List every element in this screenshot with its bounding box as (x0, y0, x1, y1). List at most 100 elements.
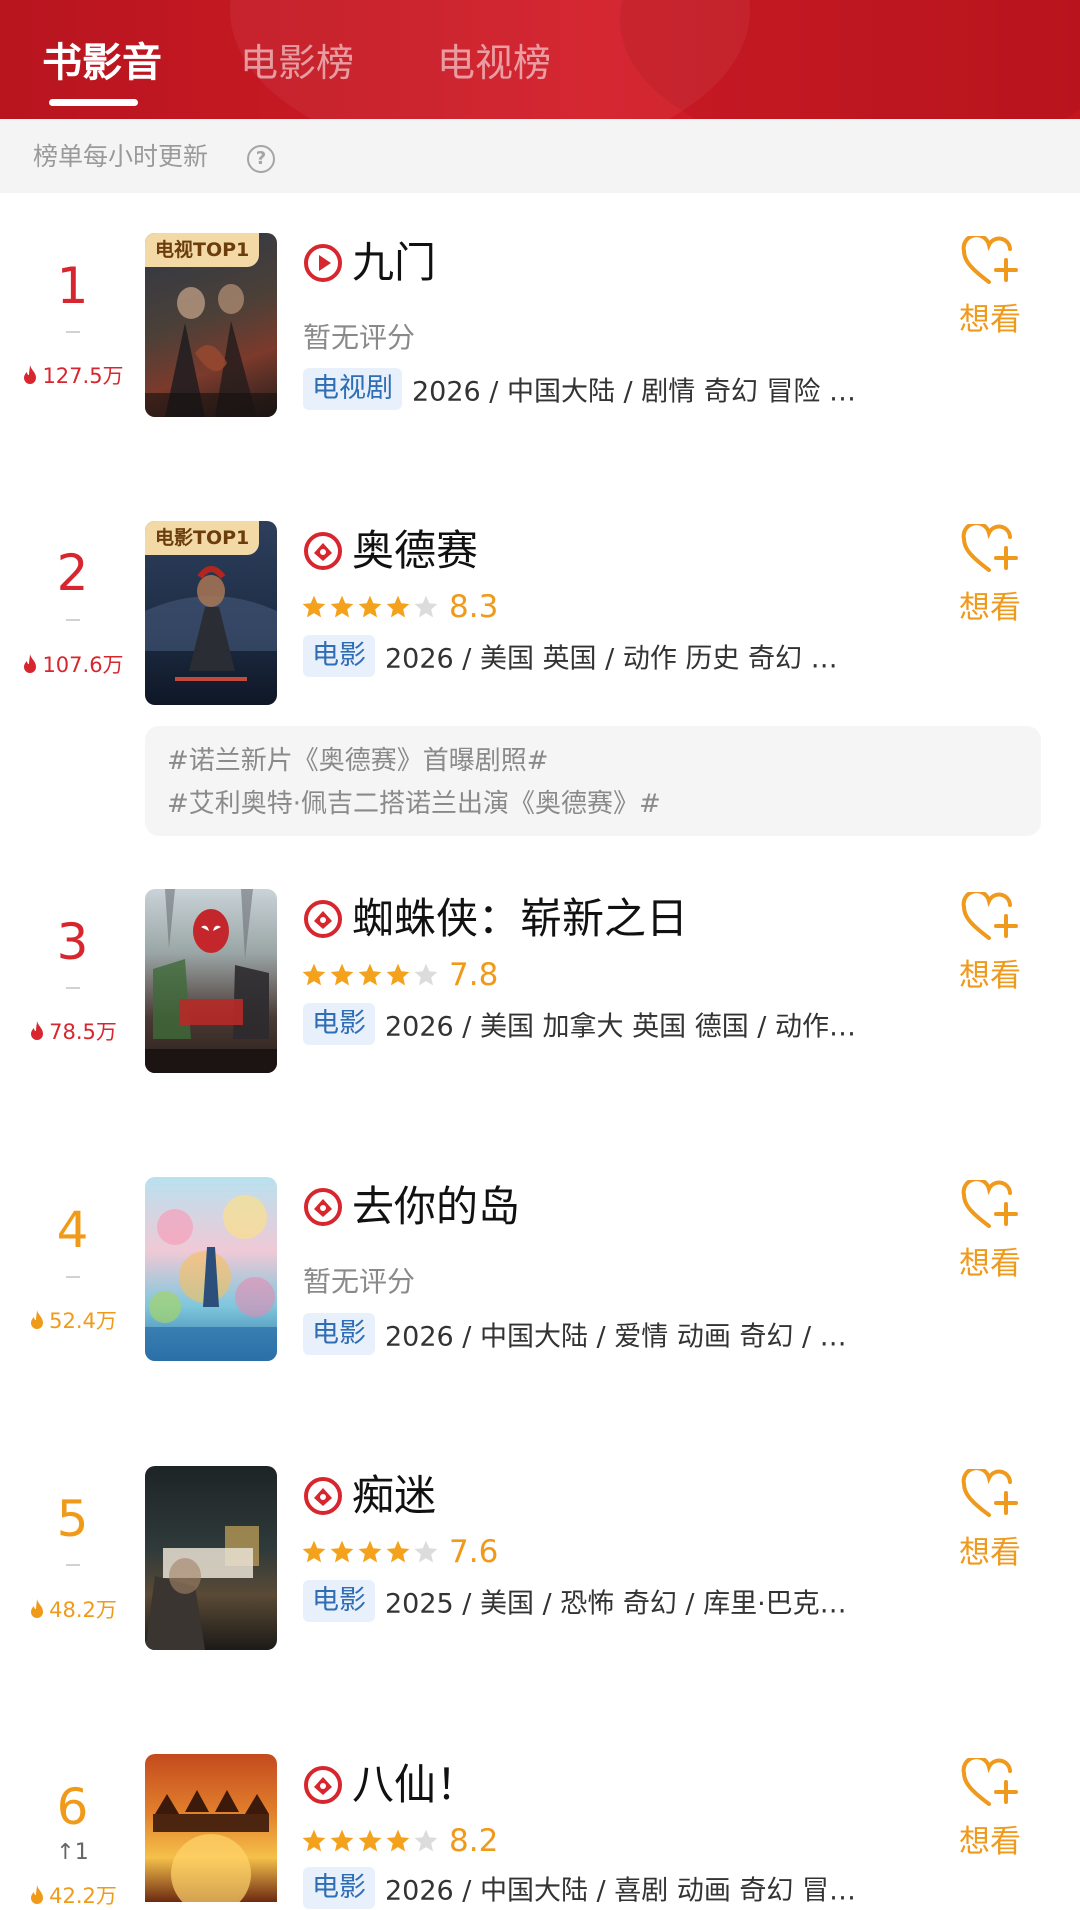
rating-score: 8.3 (449, 589, 499, 625)
item-meta: 电影 2026 / 美国 英国 / 动作 历史 奇幻 … (303, 635, 838, 677)
flame-icon (31, 1599, 44, 1618)
item-meta: 电视剧 2026 / 中国大陆 / 剧情 奇幻 冒险 … (303, 368, 856, 410)
star-filled-icon (386, 1829, 410, 1852)
heat-value: 48.2万 (49, 1598, 117, 1622)
film-circle-icon (304, 1188, 342, 1226)
poster-art (153, 1790, 269, 1902)
rank-number: 2 (56, 544, 89, 602)
flame-icon (24, 365, 37, 384)
item-title[interactable]: 蜘蛛侠：崭新之日 (352, 891, 688, 947)
star-empty-icon (414, 1829, 438, 1852)
rank-unchanged-dash (66, 619, 80, 621)
star-filled-icon (302, 963, 326, 986)
star-filled-icon (330, 963, 354, 986)
heat-value: 127.5万 (42, 364, 124, 388)
flame-icon (31, 1885, 44, 1904)
film-circle-icon (304, 1766, 342, 1804)
top1-badge: 电视TOP1 (145, 233, 260, 267)
item-title[interactable]: 奥德赛 (352, 523, 478, 579)
play-circle-icon (304, 244, 342, 282)
star-filled-icon (330, 1829, 354, 1852)
item-title[interactable]: 痴迷 (352, 1468, 436, 1524)
no-rating-text: 暂无评分 (303, 321, 416, 354)
no-rating-text: 暂无评分 (303, 1265, 416, 1298)
tab-movie-chart[interactable]: 电影榜 (240, 38, 354, 88)
star-filled-icon (330, 595, 354, 618)
poster-image[interactable]: 电影TOP1 (145, 521, 277, 705)
star-filled-icon (358, 1829, 382, 1852)
meta-text: 2025 / 美国 / 恐怖 奇幻 / 库里·巴克… (385, 1588, 847, 1620)
want-label: 想看 (959, 1824, 1021, 1860)
heart-plus-icon (961, 521, 1018, 572)
tab-books-movies-music[interactable]: 书影音 (42, 38, 162, 88)
hot-topic-link[interactable]: #诺兰新片《奥德赛》首曝剧照# (167, 740, 549, 777)
top1-badge: 电影TOP1 (145, 521, 260, 555)
film-circle-icon (304, 900, 342, 938)
poster-image[interactable] (145, 1466, 277, 1650)
heart-plus-icon (961, 1177, 1018, 1228)
star-filled-icon (358, 963, 382, 986)
type-tag: 电影 (303, 1580, 375, 1622)
want-to-watch-button[interactable]: 想看 (950, 1466, 1030, 1572)
heat-count: 107.6万 (20, 649, 125, 679)
poster-image[interactable] (145, 889, 277, 1073)
poster-art (145, 1526, 259, 1650)
star-empty-icon (414, 595, 438, 618)
heart-plus-icon (961, 1466, 1018, 1517)
heat-value: 78.5万 (49, 1020, 117, 1044)
want-to-watch-button[interactable]: 想看 (950, 889, 1030, 995)
star-filled-icon (302, 1540, 326, 1563)
meta-text: 2026 / 美国 加拿大 英国 德国 / 动作… (385, 1011, 856, 1043)
rating-score: 8.2 (449, 1823, 499, 1859)
want-to-watch-button[interactable]: 想看 (950, 233, 1030, 339)
want-label: 想看 (959, 1246, 1021, 1282)
type-tag: 电影 (303, 1313, 375, 1355)
want-to-watch-button[interactable]: 想看 (950, 1755, 1030, 1861)
heart-plus-icon (961, 233, 1018, 284)
rank-number: 3 (56, 913, 89, 971)
star-filled-icon (302, 595, 326, 618)
want-to-watch-button[interactable]: 想看 (950, 521, 1030, 627)
rating-score: 7.8 (449, 957, 499, 993)
rank-unchanged-dash (66, 1276, 80, 1278)
tab-tv-chart[interactable]: 电视榜 (437, 38, 551, 88)
question-circle-icon[interactable]: ? (247, 145, 275, 173)
item-title[interactable]: 八仙！ (352, 1757, 478, 1813)
top-tab-bar: 书影音 电影榜 电视榜 (0, 0, 1080, 119)
rank-unchanged-dash (66, 1564, 80, 1566)
film-circle-icon (304, 532, 342, 570)
update-info-text: 榜单每小时更新 (33, 142, 209, 171)
poster-art (145, 1195, 277, 1361)
heat-value: 52.4万 (49, 1309, 117, 1333)
hot-topic-link[interactable]: #艾利奥特·佩吉二搭诺兰出演《奥德赛》# (167, 783, 661, 820)
active-tab-indicator (49, 99, 138, 106)
want-label: 想看 (959, 1535, 1021, 1571)
poster-image[interactable]: 电视TOP1 (145, 233, 277, 417)
heart-plus-icon (961, 1755, 1018, 1806)
poster-image[interactable] (145, 1177, 277, 1361)
type-tag: 电影 (303, 1003, 375, 1045)
rating-stars: 7.8 (301, 957, 498, 993)
meta-text: 2026 / 中国大陆 / 爱情 动画 奇幻 / … (385, 1321, 847, 1353)
type-tag: 电影 (303, 1867, 375, 1909)
poster-image[interactable] (145, 1754, 277, 1902)
star-filled-icon (302, 1829, 326, 1852)
type-tag: 电影 (303, 635, 375, 677)
rating-score: 7.6 (449, 1534, 499, 1570)
heat-value: 42.2万 (49, 1884, 117, 1908)
update-info-bar: 榜单每小时更新 (0, 119, 1080, 193)
star-filled-icon (386, 963, 410, 986)
rating-stars: 7.6 (301, 1534, 498, 1570)
star-filled-icon (330, 1540, 354, 1563)
rank-unchanged-dash (66, 987, 80, 989)
flame-icon (24, 654, 37, 673)
item-title[interactable]: 去你的岛 (352, 1179, 520, 1235)
flame-icon (31, 1021, 44, 1040)
want-label: 想看 (959, 958, 1021, 994)
want-to-watch-button[interactable]: 想看 (950, 1177, 1030, 1283)
heat-count: 52.4万 (20, 1305, 125, 1335)
item-title[interactable]: 九门 (352, 235, 436, 291)
rating-stars: 8.2 (301, 1823, 498, 1859)
item-meta: 电影 2026 / 中国大陆 / 喜剧 动画 奇幻 冒… (303, 1867, 856, 1909)
star-filled-icon (358, 1540, 382, 1563)
